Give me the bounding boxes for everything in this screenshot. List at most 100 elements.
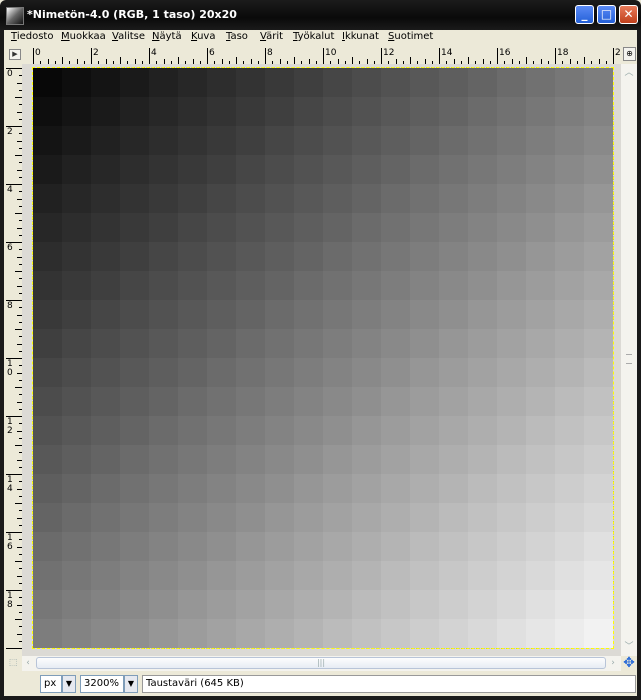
pixel[interactable] (33, 561, 62, 590)
pixel[interactable] (62, 97, 91, 126)
pixel[interactable] (120, 416, 149, 445)
pixel[interactable] (178, 184, 207, 213)
pixel[interactable] (265, 416, 294, 445)
pixel[interactable] (33, 300, 62, 329)
pixel[interactable] (62, 271, 91, 300)
pixel[interactable] (526, 532, 555, 561)
pixel[interactable] (207, 445, 236, 474)
pixel[interactable] (149, 561, 178, 590)
pixel[interactable] (555, 126, 584, 155)
pixel[interactable] (410, 329, 439, 358)
pixel[interactable] (352, 387, 381, 416)
pixel[interactable] (178, 68, 207, 97)
menu-edit[interactable]: Muokkaa (61, 31, 106, 42)
pixel[interactable] (410, 358, 439, 387)
pixel[interactable] (62, 184, 91, 213)
pixel[interactable] (352, 532, 381, 561)
menu-colors[interactable]: Värit (260, 31, 283, 42)
pixel[interactable] (584, 619, 613, 648)
pixel[interactable] (555, 503, 584, 532)
pixel[interactable] (555, 590, 584, 619)
pixel[interactable] (468, 503, 497, 532)
pixel[interactable] (149, 213, 178, 242)
pixel[interactable] (294, 155, 323, 184)
menu-layer[interactable]: Taso (226, 31, 248, 42)
pixel[interactable] (439, 561, 468, 590)
pixel[interactable] (410, 532, 439, 561)
pixel[interactable] (91, 300, 120, 329)
pixel[interactable] (236, 358, 265, 387)
pixel[interactable] (526, 329, 555, 358)
pixel[interactable] (120, 242, 149, 271)
pixel[interactable] (497, 445, 526, 474)
pixel[interactable] (584, 532, 613, 561)
pixel[interactable] (149, 532, 178, 561)
pixel[interactable] (207, 503, 236, 532)
zoom-select[interactable]: 3200% (80, 675, 124, 693)
pixel[interactable] (236, 445, 265, 474)
pixel[interactable] (178, 474, 207, 503)
pixel[interactable] (439, 358, 468, 387)
pixel[interactable] (178, 416, 207, 445)
pixel[interactable] (555, 97, 584, 126)
pixel[interactable] (62, 416, 91, 445)
pixel[interactable] (352, 155, 381, 184)
pixel[interactable] (584, 155, 613, 184)
pixel[interactable] (33, 474, 62, 503)
pixel[interactable] (294, 271, 323, 300)
pixel[interactable] (91, 358, 120, 387)
pixel[interactable] (33, 271, 62, 300)
pixel[interactable] (352, 474, 381, 503)
pixel[interactable] (468, 155, 497, 184)
pixel[interactable] (91, 242, 120, 271)
pixel[interactable] (33, 184, 62, 213)
pixel[interactable] (33, 445, 62, 474)
pixel[interactable] (439, 213, 468, 242)
pixel[interactable] (468, 590, 497, 619)
pixel[interactable] (468, 445, 497, 474)
pixel[interactable] (584, 416, 613, 445)
pixel[interactable] (497, 503, 526, 532)
pixel[interactable] (468, 416, 497, 445)
pixel[interactable] (323, 445, 352, 474)
pixel[interactable] (381, 445, 410, 474)
pixel[interactable] (410, 300, 439, 329)
pixel[interactable] (149, 387, 178, 416)
pixel[interactable] (236, 184, 265, 213)
pixel[interactable] (555, 68, 584, 97)
pixel[interactable] (497, 97, 526, 126)
pixel[interactable] (236, 68, 265, 97)
pixel[interactable] (294, 619, 323, 648)
pixel[interactable] (381, 619, 410, 648)
navigate-icon[interactable]: ✥ (621, 656, 637, 671)
pixel[interactable] (265, 532, 294, 561)
pixel[interactable] (526, 358, 555, 387)
pixel[interactable] (352, 271, 381, 300)
pixel[interactable] (439, 503, 468, 532)
pixel[interactable] (381, 68, 410, 97)
pixel[interactable] (91, 155, 120, 184)
pixel[interactable] (120, 155, 149, 184)
pixel[interactable] (294, 358, 323, 387)
pixel[interactable] (410, 271, 439, 300)
pixel[interactable] (236, 213, 265, 242)
pixel[interactable] (120, 300, 149, 329)
pixel[interactable] (120, 68, 149, 97)
pixel[interactable] (236, 97, 265, 126)
pixel[interactable] (526, 155, 555, 184)
pixel[interactable] (207, 300, 236, 329)
pixel[interactable] (323, 532, 352, 561)
pixel[interactable] (236, 474, 265, 503)
pixel[interactable] (526, 242, 555, 271)
pixel[interactable] (33, 619, 62, 648)
pixel[interactable] (236, 300, 265, 329)
pixel[interactable] (323, 68, 352, 97)
pixel[interactable] (439, 155, 468, 184)
pixel[interactable] (236, 271, 265, 300)
pixel[interactable] (468, 619, 497, 648)
pixel[interactable] (526, 503, 555, 532)
pixel[interactable] (526, 271, 555, 300)
pixel[interactable] (236, 619, 265, 648)
pixel[interactable] (381, 416, 410, 445)
pixel[interactable] (584, 590, 613, 619)
